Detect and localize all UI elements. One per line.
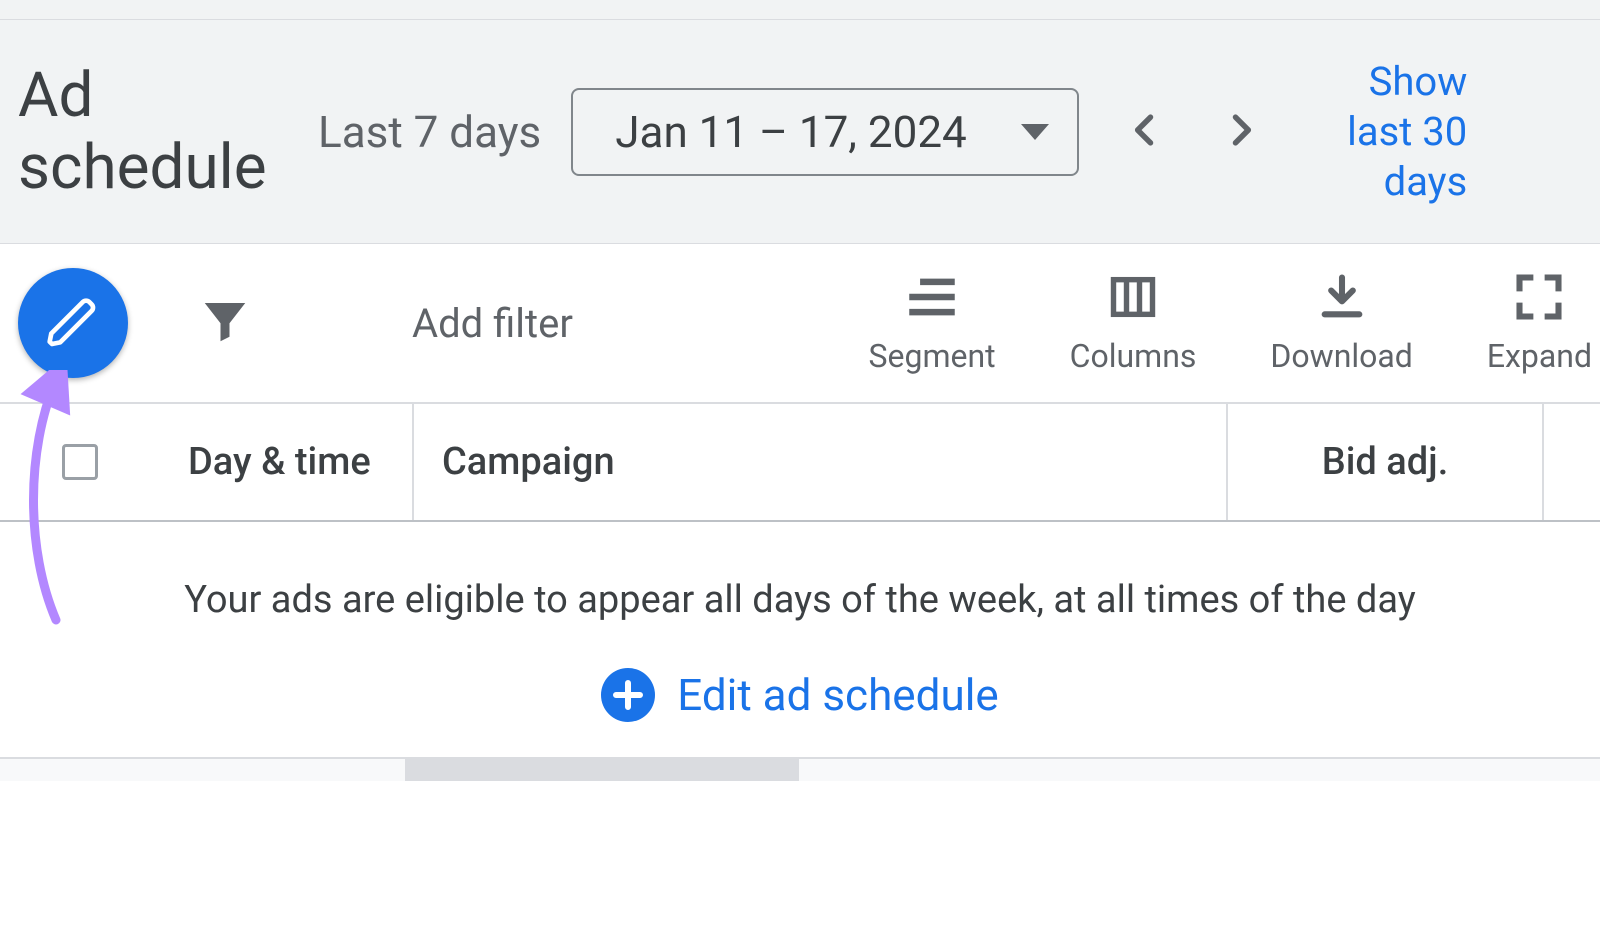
download-button[interactable]: Download [1270,271,1412,375]
toolbar: Add filter Segment Columns Download [0,244,1600,404]
expand-icon [1513,271,1565,323]
top-divider [0,0,1600,20]
download-icon [1316,271,1368,323]
segment-icon [906,271,958,323]
select-all-cell [0,404,160,520]
date-nav [1123,108,1263,156]
expand-button[interactable]: Expand [1487,271,1592,375]
page-title: Ad schedule [18,60,298,203]
next-date-button[interactable] [1219,108,1263,156]
segment-label: Segment [869,337,996,375]
header: Ad schedule Last 7 days Jan 11 – 17, 202… [0,20,1600,244]
show-last-30-days-link[interactable]: Show last 30 days [1297,57,1467,207]
column-header-campaign[interactable]: Campaign [414,404,1228,520]
columns-button[interactable]: Columns [1070,271,1197,375]
empty-state-message: Your ads are eligible to appear all days… [0,578,1600,622]
edit-ad-schedule-label: Edit ad schedule [677,669,999,721]
chevron-right-icon [1219,108,1263,152]
chevron-left-icon [1123,108,1167,152]
download-label: Download [1270,337,1412,375]
date-range-value: Jan 11 – 17, 2024 [615,106,967,158]
horizontal-scrollbar[interactable] [0,759,1600,781]
edit-ad-schedule-button[interactable]: Edit ad schedule [601,668,999,722]
empty-state: Your ads are eligible to appear all days… [0,522,1600,759]
column-header-bid-adj[interactable]: Bid adj. [1228,404,1544,520]
plus-circle-icon [601,668,655,722]
column-header-trailing [1544,404,1600,520]
pencil-icon [45,295,101,351]
toolbar-actions: Segment Columns Download Expand [869,271,1592,375]
table-header-row: Day & time Campaign Bid adj. [0,404,1600,522]
caret-down-icon [1021,124,1049,140]
date-range-picker[interactable]: Jan 11 – 17, 2024 [571,88,1079,176]
segment-button[interactable]: Segment [869,271,996,375]
add-filter-button[interactable]: Add filter [412,300,573,347]
select-all-checkbox[interactable] [62,444,98,480]
expand-label: Expand [1487,337,1592,375]
columns-label: Columns [1070,337,1197,375]
date-range-label: Last 7 days [318,106,541,158]
edit-fab-button[interactable] [18,268,128,378]
column-header-day-time[interactable]: Day & time [160,404,414,520]
columns-icon [1107,271,1159,323]
filter-icon [198,294,252,348]
prev-date-button[interactable] [1123,108,1167,156]
horizontal-scrollbar-thumb[interactable] [405,759,799,781]
filter-button[interactable] [198,294,252,352]
